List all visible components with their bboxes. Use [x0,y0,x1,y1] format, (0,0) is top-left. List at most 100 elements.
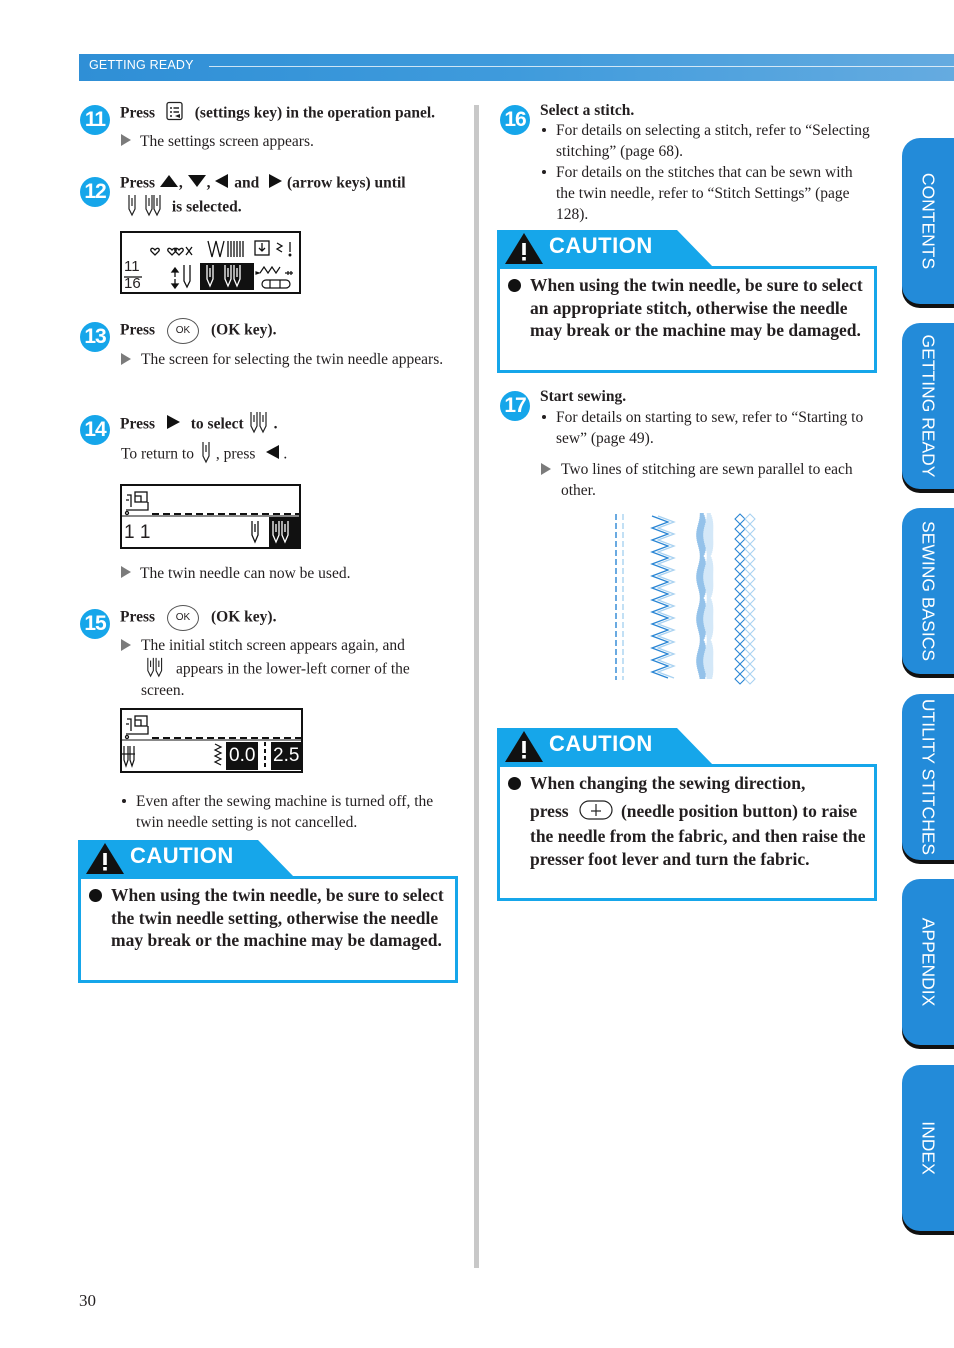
step-13-text: (OK key). [211,321,277,339]
result-arrow-icon [121,639,131,651]
diamond-stitch [744,563,756,575]
result-text-3: screen. [141,682,185,699]
bullet-icon [542,128,546,132]
step-13-badge: 13 [80,322,110,352]
diamond-stitch [734,633,746,645]
press-label: Press [120,321,156,339]
side-tab-label: UTILITY STITCHES [918,698,939,856]
diamond-stitch [734,653,746,665]
lcd1-frac-top: 11 [124,258,140,275]
ok-key-icon: OK [167,605,200,631]
arrow-right-icon [165,414,181,436]
step-13-instruction: Press OK (OK key). [120,318,276,344]
step-17-badge: 17 [500,391,530,421]
step-15-result: The initial stitch screen appears again,… [121,635,461,705]
caution-label: CAUTION [130,843,234,868]
diamond-stitch [744,593,756,605]
caution-label: CAUTION [549,731,653,756]
needle-position-button-icon [579,800,613,826]
zigzag-stitch-sample [650,515,676,679]
comma: , [206,174,211,192]
side-tab-getting-ready[interactable]: GETTING READY [902,323,954,489]
single-needle-icon [200,440,214,470]
diamond-stitch [734,663,746,675]
diamond-stitch [734,583,746,595]
bullet-text: For details on the stitches that can be … [556,164,853,223]
press-label: Press [120,415,156,433]
diamond-stitch-sample [734,513,756,685]
lcd-screen-initial-stitch: 0.0 2.5 [120,708,303,773]
caution-text-2: When using the twin needle, be sure to s… [530,275,863,340]
twin-needle-icon [144,656,170,684]
side-tab-sewing-basics[interactable]: SEWING BASICS [902,508,954,674]
press-label: Press [120,104,156,122]
diamond-stitch [744,553,756,565]
result-text: The twin needle can now be used. [140,565,351,582]
period: . [283,445,288,463]
step-12-instruction: Press , , and (arrow keys) until [120,173,406,195]
caution-header-3: CAUTION [497,728,713,765]
bullet-icon [542,415,546,419]
and-label: and [234,174,260,192]
arrow-left-icon [265,444,281,466]
step-11-instruction: Press (settings key) in the operation pa… [120,101,435,127]
return-text-2: , press [215,445,256,463]
bullet-item: For details on the stitches that can be … [542,162,872,225]
lcd3-width-value: 0.0 [229,745,256,766]
step-15-badge: 15 [80,609,110,639]
bullet-icon [508,279,521,292]
diamond-stitch [744,673,756,685]
straight-stitch-sample [615,514,624,680]
bullet-text: For details on selecting a stitch, refer… [556,122,870,160]
side-tab-utility-stitches[interactable]: UTILITY STITCHES [902,694,954,860]
page-number: 30 [79,1291,96,1310]
step-16-title: Select a stitch. [540,102,635,119]
step-14-result: The twin needle can now be used. [121,563,350,584]
diamond-stitch [744,533,756,545]
lcd2-number: 1 1 [124,522,151,543]
step-14-instruction: Press to select . [120,410,277,440]
twin-needle-note: Even after the sewing machine is turned … [122,791,462,833]
step-14-badge: 14 [80,415,110,445]
caution-box-3: When changing the sewing direction, pres… [497,764,877,901]
step-12-text: (arrow keys) until [287,174,406,192]
header-rule [209,66,954,67]
caution-text-3b: press [530,800,569,821]
diamond-stitch [734,563,746,575]
side-tab-contents[interactable]: CONTENTS [902,138,954,304]
arrow-left-icon [214,173,230,195]
bullet-icon [89,889,102,902]
return-text: To return to [121,445,194,463]
bullet-item: For details on selecting a stitch, refer… [542,120,872,162]
ok-key-icon: OK [167,318,200,344]
side-tab-label: SEWING BASICS [918,520,939,662]
step-17-bullets: For details on starting to sew, refer to… [542,407,872,449]
arrow-right-icon [267,173,283,195]
settings-key-icon [165,101,185,127]
diamond-stitch [734,593,746,605]
press-label: Press [120,608,156,626]
side-tab-index[interactable]: INDEX [902,1065,954,1231]
diamond-stitch [744,583,756,595]
diamond-stitch [734,573,746,585]
bullet-icon [508,777,521,790]
diamond-stitch [734,523,746,535]
note-text: Even after the sewing machine is turned … [136,793,434,831]
caution-text-3a: When changing the sewing direction, [530,773,806,793]
diamond-stitch [734,603,746,615]
result-arrow-icon [121,566,131,578]
diamond-stitch [744,623,756,635]
diamond-stitch [744,513,756,525]
step-11-result: The settings screen appears. [121,131,314,152]
step-15-instruction: Press OK (OK key). [120,605,276,631]
lcd3-length-value: 2.5 [273,745,300,766]
diamond-stitch [744,643,756,655]
side-tab-appendix[interactable]: APPENDIX [902,879,954,1045]
step-16-badge: 16 [500,105,530,135]
caution-header-1: CAUTION [78,840,294,877]
twin-stitch-samples-illustration [615,513,756,685]
diamond-stitch [734,623,746,635]
step-16-bullets: For details on selecting a stitch, refer… [542,120,872,225]
step-12-text-2: is selected. [171,198,242,216]
diamond-stitch [744,653,756,665]
